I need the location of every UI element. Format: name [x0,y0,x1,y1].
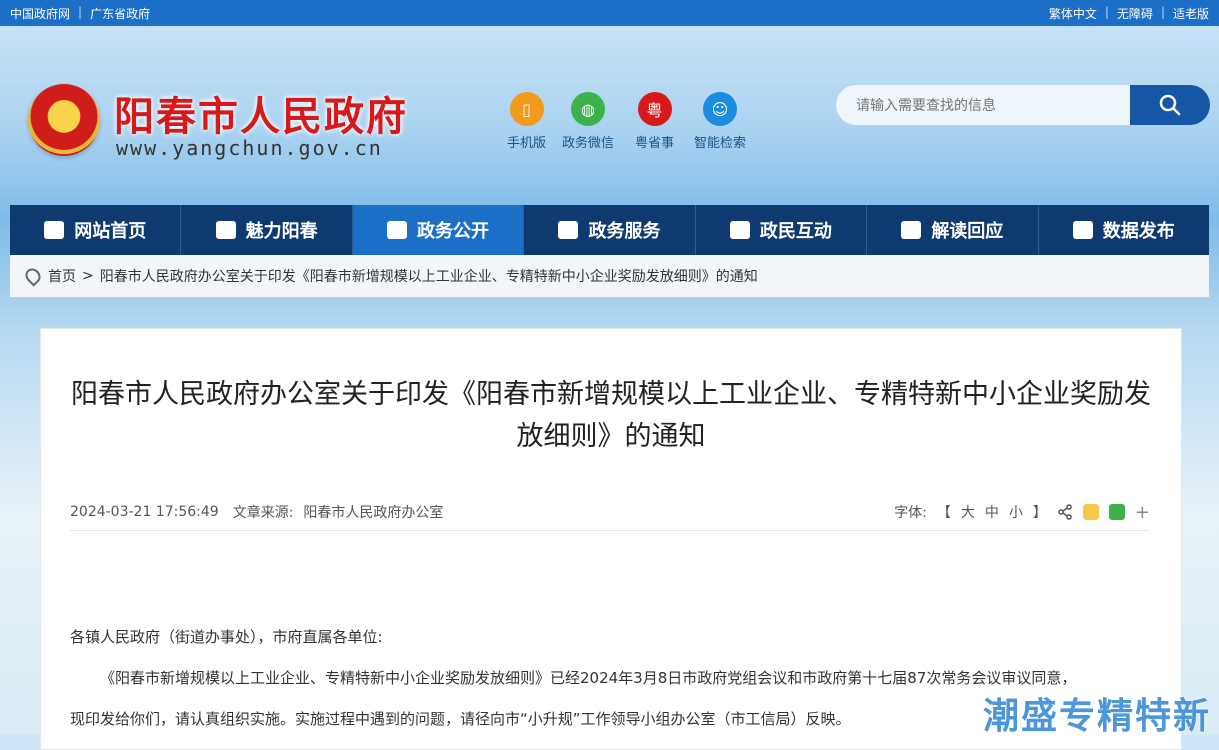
breadcrumb-home[interactable]: 首页 [48,266,76,286]
share-icon[interactable] [1057,504,1073,520]
quick-link-label: 政务微信 [562,136,615,151]
nav-label: 解读回应 [931,221,1004,242]
font-size-small[interactable]: 小 [1009,502,1023,522]
nav-interaction[interactable]: 政民互动 [696,205,868,255]
watermark: 潮盛专精特新 [982,696,1211,737]
chat-icon [901,221,922,239]
yueshengshi-icon: 粤 [637,92,672,126]
document-icon [387,221,408,239]
font-size-medium[interactable]: 中 [985,502,999,522]
breadcrumb-current: 阳春市人民政府办公室关于印发《阳春市新增规模以上工业企业、专精特新中小企业奖励发… [99,269,758,285]
link-elderly-mode[interactable]: 适老版 [1173,5,1209,22]
weibo-icon[interactable] [1082,504,1099,520]
monitor-icon [558,221,579,239]
breadcrumb-separator: > [82,268,94,284]
top-links-left: 中国政府网 | 广东省政府 [10,5,150,22]
breadcrumb: 首页 > 阳春市人民政府办公室关于印发《阳春市新增规模以上工业企业、专精特新中小… [10,255,1209,297]
nav-label: 政民互动 [759,221,832,242]
article-tools: 字体: 【 大 中 小 】 + [894,502,1150,523]
source-value: 阳春市人民政府办公室 [303,505,444,521]
link-guangdong-gov[interactable]: 广东省政府 [90,5,150,22]
font-size-label: 字体: [894,505,927,521]
site-header: 阳春市人民政府 www.yangchun.gov.cn ▯ 手机版 ◍ 政务微信… [0,26,1219,206]
meta-divider [70,530,1150,531]
divider: | [1160,5,1165,19]
nav-label: 数据发布 [1102,221,1175,242]
robot-icon: ☺ [703,92,737,126]
home-icon [44,221,65,239]
quick-link-label: 手机版 [507,136,547,151]
nav-charm-yangchun[interactable]: 魅力阳春 [181,205,353,255]
nav-label: 魅力阳春 [245,221,318,242]
source-label: 文章来源: [232,505,294,521]
font-bracket-open: 【 [936,505,951,521]
search-icon [1159,94,1181,116]
landscape-icon [215,221,236,239]
quick-link-label: 智能检索 [694,136,747,151]
article-title: 阳春市人民政府办公室关于印发《阳春市新增规模以上工业企业、专精特新中小企业奖励发… [71,379,1151,451]
nav-home[interactable]: 网站首页 [10,205,182,255]
divider: | [78,5,83,19]
chart-icon [1072,221,1093,239]
search-button[interactable] [1130,85,1210,125]
wechat-icon: ◍ [571,92,605,126]
more-share-button[interactable]: + [1135,502,1150,523]
main-nav: 网站首页 魅力阳春 政务公开 政务服务 政民互动 解读回应 数据发布 [10,205,1209,255]
link-traditional-chinese[interactable]: 繁体中文 [1049,5,1097,22]
quick-link-wechat[interactable]: ◍ 政务微信 [562,92,614,151]
top-links-right: 繁体中文 | 无障碍 | 适老版 [1049,5,1209,22]
link-china-gov[interactable]: 中国政府网 [10,5,70,22]
quick-link-smart-search[interactable]: ☺ 智能检索 [694,92,746,151]
quick-link-label: 粤省事 [635,136,675,151]
nav-interpretation[interactable]: 解读回应 [867,205,1039,255]
nav-label: 政务服务 [588,221,661,242]
top-bar: 中国政府网 | 广东省政府 繁体中文 | 无障碍 | 适老版 [0,0,1219,26]
site-url: www.yangchun.gov.cn [116,136,383,160]
quick-link-yueshengshi[interactable]: 粤 粤省事 [635,92,674,151]
national-emblem-icon [28,84,100,156]
quick-link-mobile[interactable]: ▯ 手机版 [507,92,546,151]
divider: | [1104,5,1109,19]
font-size-large[interactable]: 大 [961,502,975,522]
mobile-icon: ▯ [509,92,544,126]
nav-gov-affairs-open[interactable]: 政务公开 [352,205,525,255]
wechat-share-icon[interactable] [1108,504,1125,520]
nav-label: 网站首页 [74,221,147,242]
site-title[interactable]: 阳春市人民政府 [114,84,408,142]
link-accessibility[interactable]: 无障碍 [1117,5,1153,22]
publish-time: 2024-03-21 17:56:49 [70,504,219,520]
nav-data-release[interactable]: 数据发布 [1039,205,1209,255]
nav-label: 政务公开 [417,221,490,242]
nav-gov-services[interactable]: 政务服务 [524,205,696,255]
people-icon [729,221,750,239]
font-bracket-close: 】 [1032,505,1047,521]
article-meta: 2024-03-21 17:56:49 文章来源: 阳春市人民政府办公室 字体:… [70,497,1150,527]
location-pin-icon [22,265,44,287]
search-input[interactable] [836,85,1132,125]
salutation: 各镇人民政府（街道办事处），市府直属各单位: [70,628,383,646]
